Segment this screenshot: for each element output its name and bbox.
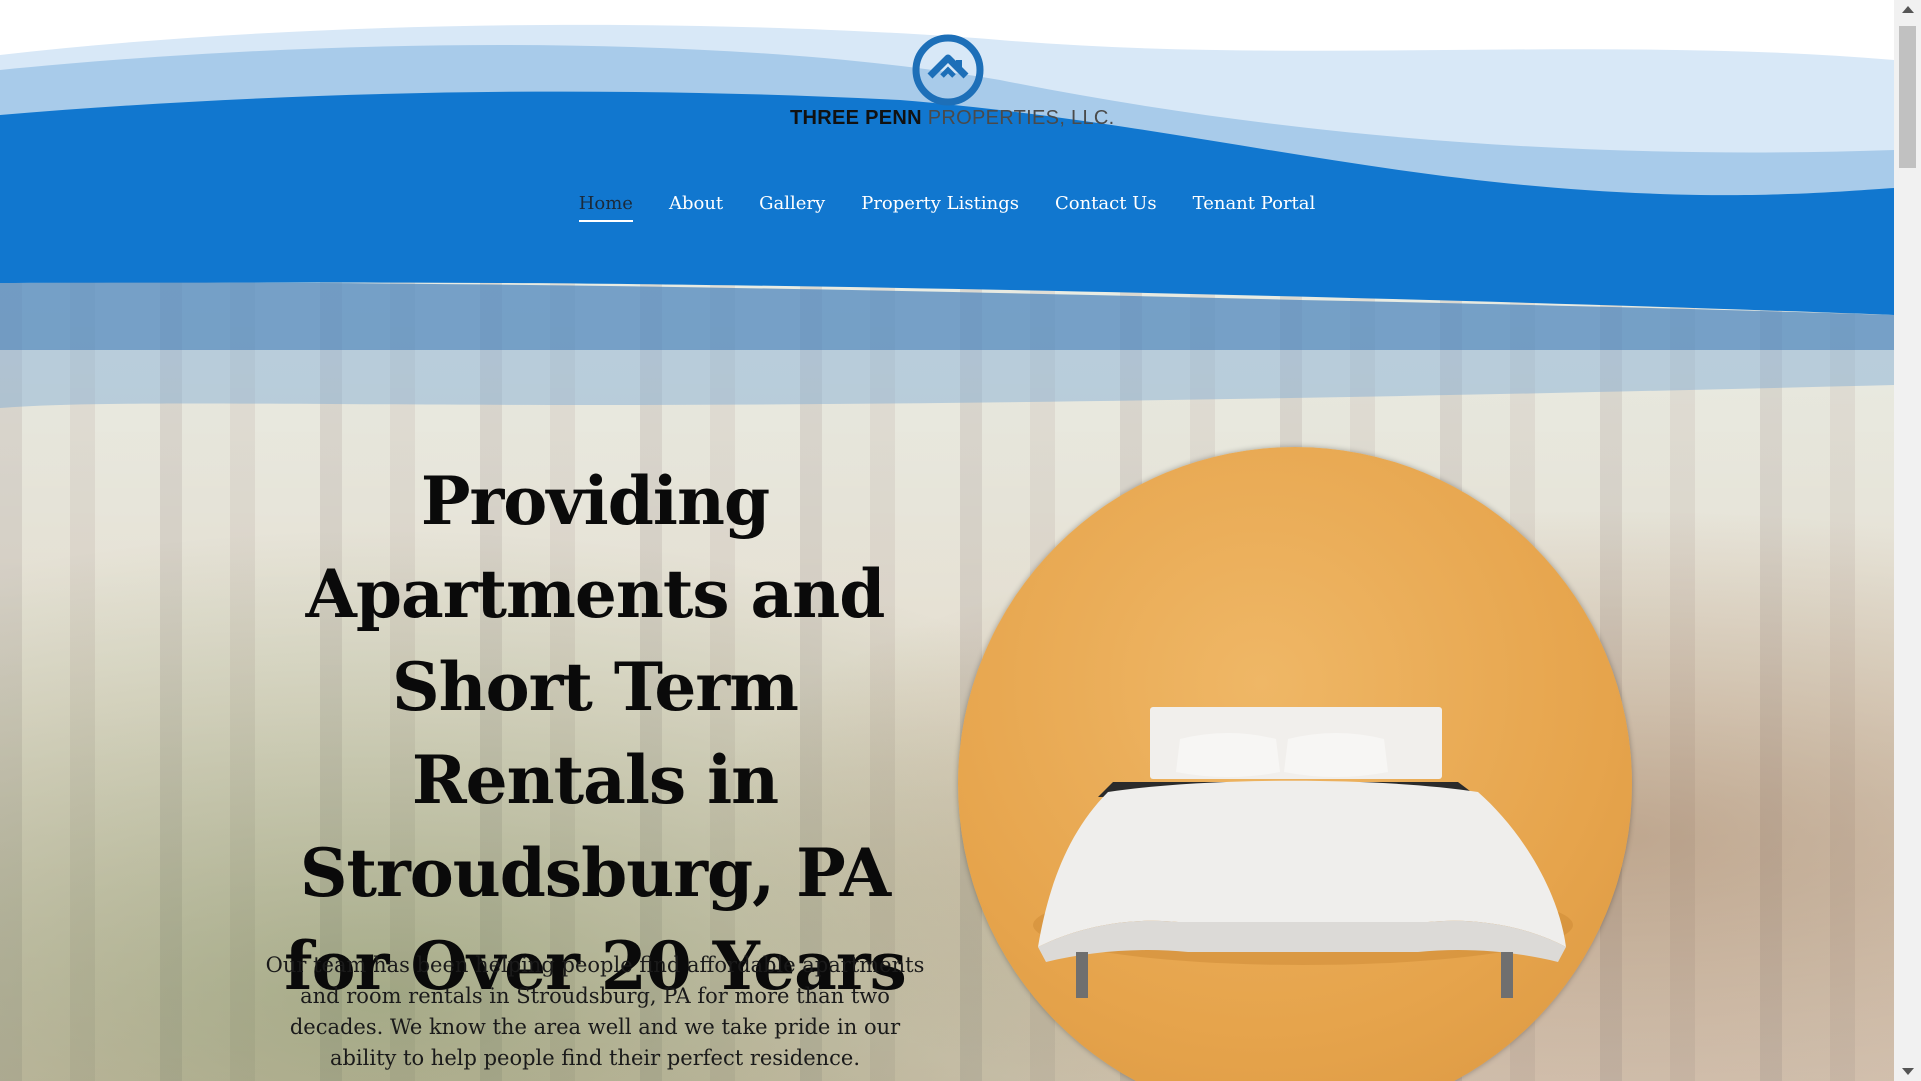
nav-contact-us[interactable]: Contact Us bbox=[1055, 193, 1157, 222]
main-navigation: Home About Gallery Property Listings Con… bbox=[0, 193, 1894, 222]
page: THREE PENN PROPERTIES, LLC. Home About G… bbox=[0, 0, 1894, 1081]
brand-name: THREE PENN PROPERTIES, LLC. bbox=[790, 107, 1114, 130]
scroll-down-arrow-icon[interactable] bbox=[1902, 1068, 1914, 1075]
brand-name-bold: THREE PENN bbox=[790, 107, 922, 129]
nav-tenant-portal[interactable]: Tenant Portal bbox=[1193, 193, 1316, 222]
hero-intro-text: Our team has been helping people find af… bbox=[265, 953, 925, 1070]
vertical-scrollbar[interactable] bbox=[1894, 0, 1921, 1081]
nav-property-listings[interactable]: Property Listings bbox=[861, 193, 1019, 222]
nav-about[interactable]: About bbox=[669, 193, 723, 222]
nav-gallery[interactable]: Gallery bbox=[759, 193, 825, 222]
nav-home[interactable]: Home bbox=[578, 193, 633, 222]
house-in-circle-icon bbox=[912, 34, 984, 106]
brand-name-light: PROPERTIES, LLC. bbox=[921, 107, 1115, 129]
hero-headline: Providing Apartments and Short Term Rent… bbox=[284, 462, 907, 1005]
scroll-up-arrow-icon[interactable] bbox=[1902, 6, 1914, 13]
scrollbar-thumb[interactable] bbox=[1899, 26, 1916, 168]
brand-logo[interactable]: THREE PENN PROPERTIES, LLC. bbox=[790, 34, 1114, 134]
